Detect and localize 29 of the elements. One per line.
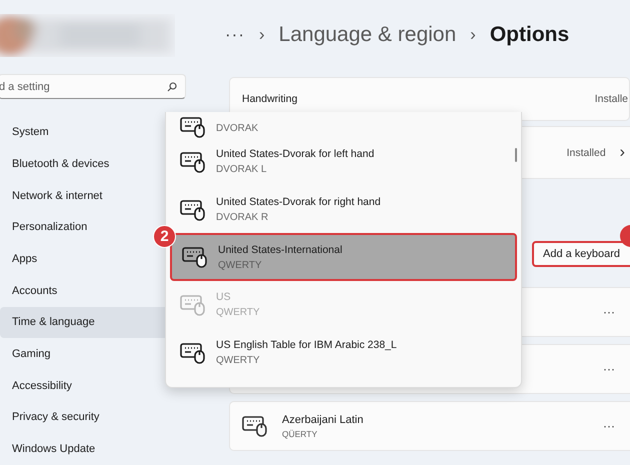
keyboard-layout: QÜERTY (282, 428, 318, 438)
keyboard-mouse-icon (180, 294, 206, 316)
keyboard-mouse-icon (180, 116, 206, 138)
chevron-icon: › (258, 25, 265, 45)
more-options-button[interactable]: ··· (603, 362, 615, 376)
search-icon (167, 82, 177, 92)
status-text: Installe (594, 93, 628, 105)
keyboard-mouse-icon (180, 342, 206, 364)
sidebar-item[interactable]: Privacy & security (0, 402, 196, 434)
keyboard-option[interactable]: United States-International QWERTY (170, 233, 517, 282)
sidebar-item[interactable]: Windows Update (0, 433, 196, 465)
keyboard-mouse-icon (182, 246, 208, 268)
step-badge: 2 (153, 225, 176, 248)
chevron-icon: › (620, 144, 625, 162)
more-options-button[interactable]: ··· (603, 419, 615, 433)
more-button[interactable]: ··· (225, 25, 245, 45)
keyboard-name: Azerbaijani Latin (282, 414, 364, 426)
breadcrumb-link[interactable]: Language & region (278, 23, 456, 47)
keyboard-mouse-icon (180, 150, 206, 173)
page-title: Options (490, 23, 570, 47)
scrollbar-thumb[interactable] (515, 148, 517, 162)
chevron-icon: › (470, 25, 476, 45)
more-options-button[interactable]: ··· (603, 305, 615, 319)
keyboard-mouse-icon (180, 198, 206, 221)
add-keyboard-button[interactable]: Add a keyboard (532, 241, 630, 267)
keyboard-option[interactable]: United States-Dvorak for left hand DVORAK L (170, 138, 517, 186)
keyboard-mouse-icon (242, 415, 268, 437)
status-text: Installed (566, 146, 606, 158)
setting-label: Handwriting (242, 93, 298, 105)
